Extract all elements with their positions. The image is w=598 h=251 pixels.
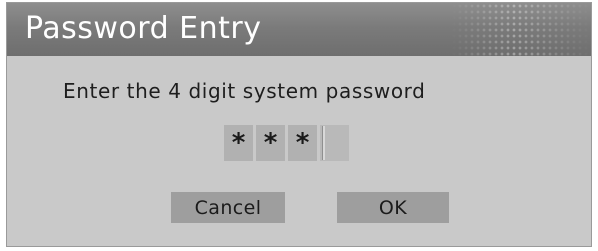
password-digit-1: * bbox=[224, 125, 253, 161]
dialog-title: Password Entry bbox=[25, 11, 262, 46]
cancel-button[interactable]: Cancel bbox=[171, 192, 285, 223]
ok-button[interactable]: OK bbox=[337, 192, 449, 223]
password-entry-dialog: Password Entry Enter the 4 digit system … bbox=[6, 2, 592, 247]
password-digit-2: * bbox=[256, 125, 285, 161]
password-field[interactable]: * * * bbox=[224, 125, 349, 161]
title-bar-dot-pattern bbox=[451, 3, 591, 56]
password-digit-4[interactable] bbox=[320, 125, 349, 161]
password-digit-3: * bbox=[288, 125, 317, 161]
password-prompt: Enter the 4 digit system password bbox=[63, 79, 426, 103]
title-bar: Password Entry bbox=[7, 3, 591, 56]
text-cursor bbox=[322, 126, 325, 160]
